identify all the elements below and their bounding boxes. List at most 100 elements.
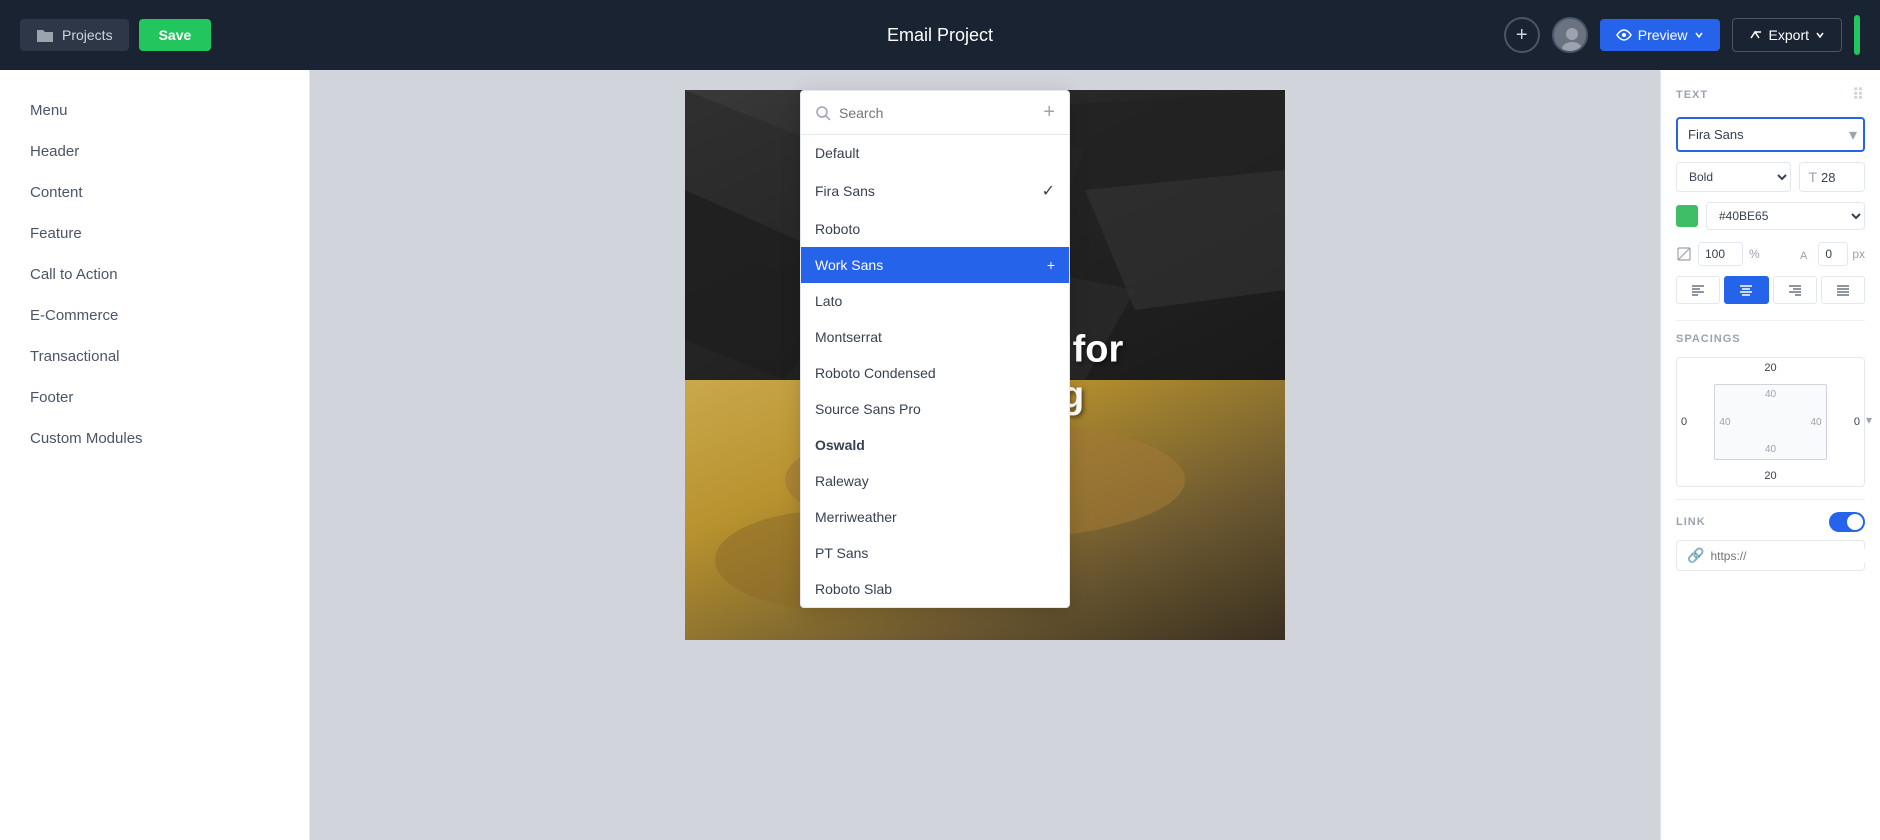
- save-button[interactable]: Save: [139, 19, 212, 51]
- color-swatch[interactable]: [1676, 205, 1698, 227]
- color-arrow-icon: ▾: [1866, 413, 1872, 427]
- font-search-input[interactable]: [839, 105, 1035, 121]
- link-row: LINK: [1676, 512, 1865, 532]
- align-right-icon: [1788, 283, 1802, 297]
- check-icon: ✓: [1042, 181, 1055, 201]
- canvas-area: postcards Introducing Simple post for Sm…: [310, 70, 1660, 840]
- spacing-inner-bottom: 40: [1765, 444, 1776, 455]
- opacity-unit: %: [1749, 247, 1760, 261]
- font-add-button[interactable]: +: [1043, 101, 1055, 124]
- spacing-bottom-value: 20: [1764, 470, 1776, 482]
- weight-select[interactable]: Bold: [1676, 162, 1791, 192]
- font-item-default[interactable]: Default: [801, 135, 1069, 171]
- preview-label: Preview: [1638, 27, 1688, 43]
- align-justify-icon: [1836, 283, 1850, 297]
- projects-button[interactable]: Projects: [20, 19, 129, 51]
- spacing-inner-right: 40: [1810, 417, 1821, 428]
- opacity-icon: [1676, 246, 1692, 262]
- link-input[interactable]: [1710, 549, 1865, 563]
- font-item-merriweather[interactable]: Merriweather: [801, 499, 1069, 535]
- align-justify-button[interactable]: [1821, 276, 1865, 304]
- spacing-inner-box: 40 40 40 40: [1714, 384, 1826, 461]
- font-size-icon: T: [1808, 169, 1817, 185]
- sidebar-item-content[interactable]: Content: [0, 172, 309, 213]
- sidebar-item-custom-modules[interactable]: Custom Modules: [0, 418, 309, 459]
- color-select[interactable]: #40BE65: [1706, 202, 1865, 230]
- align-left-icon: [1691, 283, 1705, 297]
- svg-text:A: A: [1800, 250, 1808, 262]
- projects-label: Projects: [62, 27, 113, 43]
- font-item-oswald[interactable]: Oswald: [801, 427, 1069, 463]
- font-item-roboto-slab[interactable]: Roboto Slab: [801, 571, 1069, 607]
- add-button[interactable]: +: [1504, 17, 1540, 53]
- link-toggle[interactable]: [1829, 512, 1865, 532]
- sidebar-item-ecommerce[interactable]: E-Commerce: [0, 295, 309, 336]
- font-item-raleway[interactable]: Raleway: [801, 463, 1069, 499]
- letter-spacing-icon: A: [1798, 246, 1814, 262]
- spacings-grid: 20 20 0 0 40 40 40 40: [1676, 357, 1865, 487]
- link-title: LINK: [1676, 516, 1706, 528]
- font-weight-size-row: Bold T: [1676, 162, 1865, 192]
- color-row: #40BE65 ▾: [1676, 202, 1865, 230]
- main-layout: Menu Header Content Feature Call to Acti…: [0, 70, 1880, 840]
- font-select-wrapper: Fira Sans ▾: [1676, 117, 1865, 152]
- link-section-divider: [1676, 499, 1865, 500]
- export-label: Export: [1769, 27, 1809, 43]
- opacity-input[interactable]: [1698, 242, 1743, 266]
- font-item-roboto[interactable]: Roboto: [801, 211, 1069, 247]
- status-indicator: [1854, 15, 1860, 55]
- avatar[interactable]: [1552, 17, 1588, 53]
- search-icon: [815, 105, 831, 121]
- font-size-input[interactable]: [1821, 170, 1856, 185]
- font-dropdown[interactable]: + Default Fira Sans ✓ Roboto Work Sans +: [800, 90, 1070, 608]
- left-sidebar: Menu Header Content Feature Call to Acti…: [0, 70, 310, 840]
- sidebar-item-transactional[interactable]: Transactional: [0, 336, 309, 377]
- font-item-source-sans-pro[interactable]: Source Sans Pro: [801, 391, 1069, 427]
- font-select[interactable]: Fira Sans: [1676, 117, 1865, 152]
- font-item-pt-sans[interactable]: PT Sans: [801, 535, 1069, 571]
- export-chevron-icon: [1815, 30, 1825, 40]
- opacity-row: % A px: [1676, 242, 1865, 266]
- sidebar-item-menu[interactable]: Menu: [0, 90, 309, 131]
- avatar-image: [1554, 19, 1588, 53]
- align-left-button[interactable]: [1676, 276, 1720, 304]
- font-item-work-sans[interactable]: Work Sans +: [801, 247, 1069, 283]
- align-buttons-row: [1676, 276, 1865, 304]
- folder-icon: [36, 27, 54, 43]
- font-size-wrapper: T: [1799, 162, 1865, 192]
- font-item-montserrat[interactable]: Montserrat: [801, 319, 1069, 355]
- font-item-add-icon: +: [1047, 257, 1055, 273]
- chevron-down-icon: [1694, 30, 1704, 40]
- font-item-roboto-condensed[interactable]: Roboto Condensed: [801, 355, 1069, 391]
- export-icon: [1749, 28, 1763, 42]
- spacing-top-value: 20: [1764, 362, 1776, 374]
- grid-icon: ⠿: [1852, 85, 1865, 105]
- spacing-right-outer: 0: [1854, 416, 1860, 428]
- eye-icon: [1616, 27, 1632, 43]
- spacing-left-outer: 0: [1681, 416, 1687, 428]
- export-button[interactable]: Export: [1732, 18, 1842, 52]
- link-icon: 🔗: [1687, 547, 1704, 564]
- sidebar-item-feature[interactable]: Feature: [0, 213, 309, 254]
- right-panel: TEXT ⠿ Fira Sans ▾ Bold T #40BE65: [1660, 70, 1880, 840]
- align-center-icon: [1739, 283, 1753, 297]
- spacings-section-title: SPACINGS: [1676, 333, 1865, 345]
- project-title: Email Project: [887, 25, 993, 46]
- section-divider: [1676, 320, 1865, 321]
- preview-button[interactable]: Preview: [1600, 19, 1720, 51]
- font-item-fira-sans[interactable]: Fira Sans ✓: [801, 171, 1069, 211]
- sidebar-item-footer[interactable]: Footer: [0, 377, 309, 418]
- align-right-button[interactable]: [1773, 276, 1817, 304]
- font-search-bar: +: [801, 91, 1069, 135]
- sidebar-item-header[interactable]: Header: [0, 131, 309, 172]
- link-input-row: 🔗: [1676, 540, 1865, 571]
- font-item-lato[interactable]: Lato: [801, 283, 1069, 319]
- letter-spacing-unit: px: [1852, 247, 1865, 261]
- spacing-inner-left: 40: [1719, 417, 1730, 428]
- sidebar-item-cta[interactable]: Call to Action: [0, 254, 309, 295]
- align-center-button[interactable]: [1724, 276, 1768, 304]
- spacing-inner-top: 40: [1765, 389, 1776, 400]
- letter-spacing-input[interactable]: [1818, 242, 1848, 266]
- topbar: Projects Save Email Project + Preview: [0, 0, 1880, 70]
- text-section-title: TEXT ⠿: [1676, 85, 1865, 105]
